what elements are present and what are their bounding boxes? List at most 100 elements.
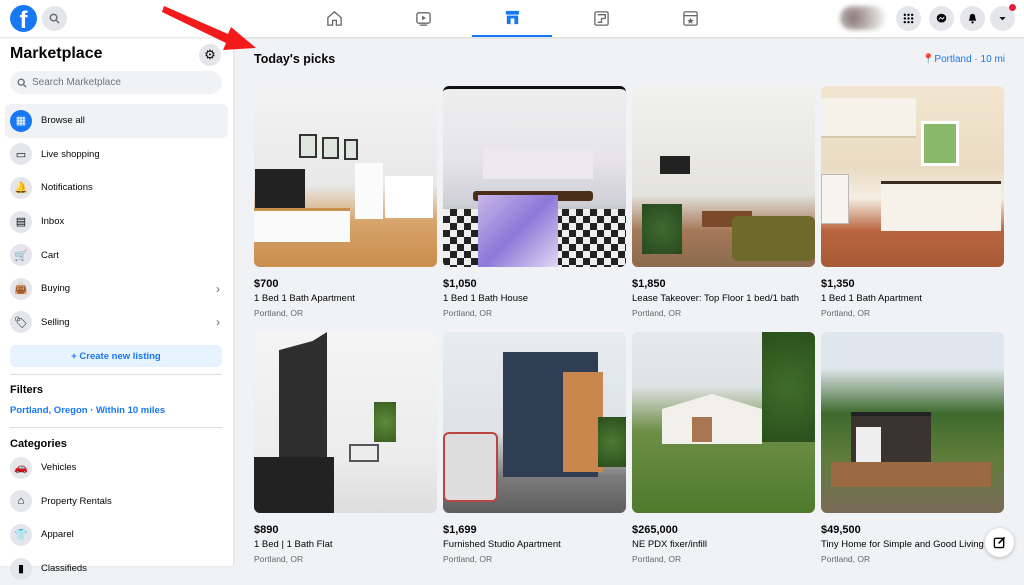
main-feed: Today's picks 📍Portland · 10 mi $700 1 B… (233, 37, 1024, 566)
profile-avatar[interactable] (840, 6, 885, 30)
sidebar-item-live-shopping[interactable]: ▭ Live shopping (5, 138, 228, 172)
listing-location: Portland, OR (632, 554, 682, 564)
listing-photo[interactable] (254, 332, 437, 513)
listing-location: Portland, OR (821, 554, 871, 564)
sidebar-title: Marketplace (10, 45, 103, 62)
bell-icon: 🔔 (10, 176, 32, 199)
sidebar-item-label: Live shopping (41, 148, 100, 160)
location-label: Portland · 10 mi (934, 54, 1005, 65)
create-new-listing-button[interactable]: + Create new listing (10, 345, 222, 367)
video-icon (415, 12, 431, 26)
search-marketplace-input[interactable] (32, 77, 212, 88)
sidebar-menu: ▦ Browse all ▭ Live shopping 🔔 Notification… (5, 104, 228, 339)
listing-card[interactable]: $1,850 Lease Takeover: Top Floor 1 bed/1… (632, 86, 815, 318)
sidebar-item-label: Browse all (41, 115, 85, 127)
sidebar-item-browse-all[interactable]: ▦ Browse all (5, 104, 228, 138)
sidebar-item-buying[interactable]: 👜 Buying › (5, 272, 228, 306)
sidebar-item-selling[interactable]: 🏷 Selling › (5, 306, 228, 340)
category-classifieds[interactable]: ▮ Classifieds (5, 552, 228, 585)
listing-title: 1 Bed 1 Bath Apartment (821, 293, 922, 304)
listing-card[interactable]: $49,500 Tiny Home for Simple and Good Li… (821, 332, 1004, 564)
location-pin-icon: 📍 (921, 54, 935, 65)
listing-location: Portland, OR (443, 308, 493, 318)
category-property-rentals[interactable]: ⌂ Property Rentals (5, 485, 228, 519)
notifications-button[interactable] (960, 6, 985, 31)
category-apparel[interactable]: 👕 Apparel (5, 518, 228, 552)
category-label: Vehicles (41, 462, 77, 474)
category-vehicles[interactable]: 🚗 Vehicles (5, 451, 228, 485)
listing-title: 1 Bed | 1 Bath Flat (254, 539, 333, 550)
listing-photo[interactable] (254, 86, 437, 267)
listing-title: 1 Bed 1 Bath Apartment (254, 293, 355, 304)
listing-title: Lease Takeover: Top Floor 1 bed/1 bath (632, 293, 800, 304)
facebook-logo[interactable]: f (10, 5, 37, 32)
storefront-icon: ▦ (10, 109, 32, 132)
search-button[interactable] (42, 6, 67, 31)
tab-gaming[interactable] (650, 0, 730, 37)
tab-groups[interactable] (561, 0, 641, 37)
chevron-right-icon: › (216, 315, 220, 330)
sidebar-item-label: Selling (41, 316, 70, 328)
chevron-right-icon: › (216, 281, 220, 296)
categories-list: 🚗 Vehicles ⌂ Property Rentals 👕 Apparel ▮ Cl… (5, 451, 228, 585)
sidebar-item-cart[interactable]: 🛒 Cart (5, 238, 228, 272)
divider (10, 374, 222, 375)
top-navigation-bar: f (0, 0, 1024, 37)
search-icon (17, 78, 27, 88)
listing-card[interactable]: $890 1 Bed | 1 Bath Flat Portland, OR (254, 332, 437, 564)
listing-location: Portland, OR (254, 554, 304, 564)
listing-card[interactable]: $1,050 1 Bed 1 Bath House Portland, OR (443, 86, 626, 318)
listing-title: Furnished Studio Apartment (443, 539, 561, 550)
account-button[interactable] (990, 4, 1016, 31)
tab-marketplace[interactable] (472, 0, 552, 37)
sidebar-item-inbox[interactable]: ▤ Inbox (5, 205, 228, 239)
listing-price: $1,050 (443, 278, 477, 290)
category-label: Property Rentals (41, 495, 112, 507)
price-tag-icon: 🏷 (10, 311, 32, 334)
listing-card[interactable]: $700 1 Bed 1 Bath Apartment Portland, OR (254, 86, 437, 318)
listing-location: Portland, OR (443, 554, 493, 564)
compose-icon (993, 536, 1006, 549)
listing-photo[interactable] (821, 86, 1004, 267)
location-link[interactable]: 📍Portland · 10 mi (922, 54, 1005, 65)
listing-photo[interactable] (632, 86, 815, 267)
shirt-icon: 👕 (10, 523, 32, 546)
marketplace-icon (505, 10, 519, 25)
listing-price: $1,850 (632, 278, 666, 290)
listing-price: $265,000 (632, 524, 678, 536)
tab-home[interactable] (294, 0, 374, 37)
shopping-bag-icon: 👜 (10, 277, 32, 300)
listing-card[interactable]: $1,350 1 Bed 1 Bath Apartment Portland, … (821, 86, 1004, 318)
house-icon: ⌂ (10, 490, 32, 513)
messenger-button[interactable] (929, 6, 954, 31)
classifieds-icon: ▮ (10, 557, 32, 580)
listing-photo[interactable] (821, 332, 1004, 513)
filters-heading: Filters (10, 384, 44, 396)
sidebar-item-notifications[interactable]: 🔔 Notifications (5, 171, 228, 205)
divider (10, 427, 222, 428)
listing-photo[interactable] (443, 332, 626, 513)
tab-watch[interactable] (383, 0, 463, 37)
live-icon: ▭ (10, 143, 32, 166)
menu-grid-icon (903, 13, 914, 24)
listing-price: $890 (254, 524, 279, 536)
red-annotation-arrow (162, 6, 256, 50)
marketplace-sidebar: Marketplace ⚙ ▦Browse all ▭Live shopping… (0, 37, 233, 580)
search-marketplace-field[interactable] (10, 71, 222, 94)
listing-card[interactable]: $265,000 NE PDX fixer/infill Portland, O… (632, 332, 815, 564)
listing-card[interactable]: $1,699 Furnished Studio Apartment Portla… (443, 332, 626, 564)
menu-button[interactable] (896, 6, 921, 31)
listing-photo[interactable] (632, 332, 815, 513)
location-filter-link[interactable]: Portland, Oregon · Within 10 miles (10, 405, 165, 416)
gaming-icon (682, 11, 698, 26)
listing-title: NE PDX fixer/infill (632, 539, 707, 550)
sidebar-item-label: Buying (41, 283, 71, 295)
listing-title: 1 Bed 1 Bath House (443, 293, 529, 304)
listing-photo[interactable] (443, 86, 626, 267)
sidebar-item-label: Inbox (41, 216, 65, 228)
compose-button[interactable] (985, 528, 1014, 557)
inbox-icon: ▤ (10, 210, 32, 233)
listing-price: $1,350 (821, 278, 855, 290)
listing-title: Tiny Home for Simple and Good Living (821, 539, 984, 550)
listing-price: $49,500 (821, 524, 861, 536)
